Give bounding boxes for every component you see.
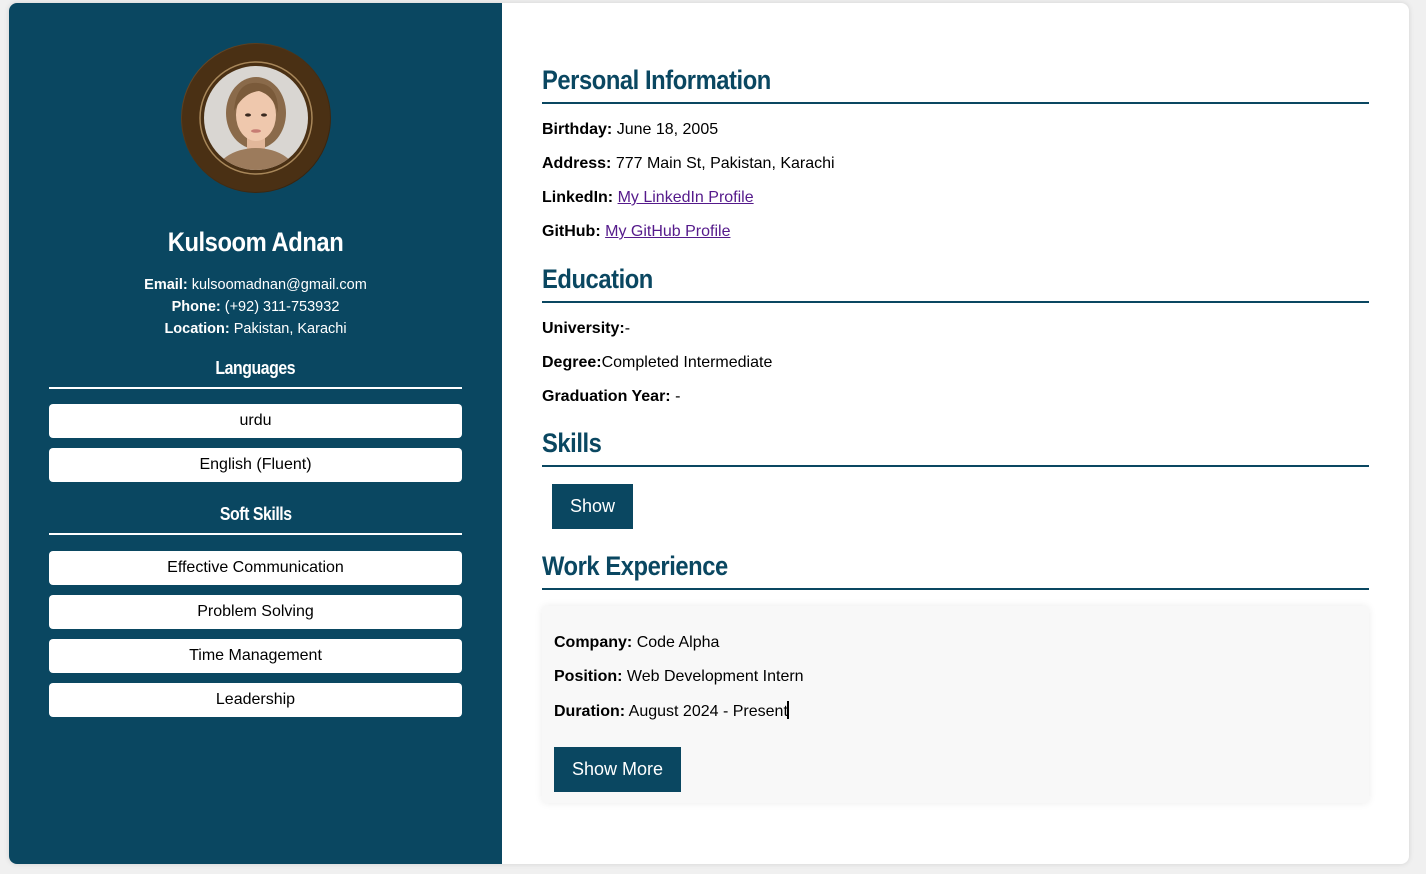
language-item: English (Fluent): [49, 448, 462, 482]
profile-name: Kulsoom Adnan: [167, 227, 344, 257]
languages-heading: Languages: [49, 358, 462, 389]
education-heading: Education: [542, 264, 1369, 303]
github-label: GitHub:: [542, 223, 601, 240]
duration-row: Duration: August 2024 - Present: [554, 701, 789, 722]
languages-heading-text: Languages: [215, 358, 296, 378]
company-row: Company: Code Alpha: [554, 633, 719, 653]
contact-email: Email: kulsoomadnan@gmail.com: [9, 274, 502, 296]
skills-heading: Skills: [542, 428, 1369, 467]
skills-show-button[interactable]: Show: [552, 484, 633, 529]
location-value: Pakistan, Karachi: [233, 321, 347, 337]
graduation-row: Graduation Year: -: [542, 387, 680, 407]
degree-value: Completed Intermediate: [601, 354, 773, 371]
personal-info-heading: Personal Information: [542, 65, 1369, 104]
linkedin-label: LinkedIn:: [542, 189, 614, 206]
text-cursor: [786, 701, 789, 719]
graduation-label: Graduation Year:: [542, 388, 671, 405]
soft-skills-heading-text: Soft Skills: [219, 504, 292, 524]
birthday-row: Birthday: June 18, 2005: [542, 120, 718, 140]
show-more-button[interactable]: Show More: [554, 747, 681, 792]
soft-skill-item: Leadership: [49, 683, 462, 717]
profile-photo-image: [182, 44, 330, 192]
duration-value: August 2024 - Present: [628, 703, 788, 720]
university-value: -: [624, 320, 631, 337]
linkedin-link[interactable]: My LinkedIn Profile: [618, 189, 754, 206]
main-content: Personal Information Birthday: June 18, …: [502, 3, 1409, 864]
contact-location: Location: Pakistan, Karachi: [9, 318, 502, 340]
resume-card: Kulsoom Adnan Email: kulsoomadnan@gmail.…: [9, 3, 1409, 864]
work-experience-heading: Work Experience: [542, 551, 1369, 590]
degree-label: Degree:: [542, 354, 602, 371]
birthday-label: Birthday:: [542, 121, 613, 138]
soft-skills-heading: Soft Skills: [49, 504, 462, 535]
university-row: University:-: [542, 319, 630, 339]
position-label: Position:: [554, 668, 623, 685]
degree-row: Degree:Completed Intermediate: [542, 353, 772, 373]
skills-heading-text: Skills: [542, 428, 602, 458]
phone-label: Phone:: [171, 299, 221, 315]
language-item: urdu: [49, 404, 462, 438]
sidebar: Kulsoom Adnan Email: kulsoomadnan@gmail.…: [9, 3, 502, 864]
soft-skill-item: Problem Solving: [49, 595, 462, 629]
profile-photo: [181, 43, 331, 193]
position-value: Web Development Intern: [626, 668, 804, 685]
education-heading-text: Education: [542, 264, 653, 294]
duration-label: Duration:: [554, 703, 626, 720]
address-value: 777 Main St, Pakistan, Karachi: [615, 155, 835, 172]
contact-phone: Phone: (+92) 311-753932: [9, 296, 502, 318]
position-row: Position: Web Development Intern: [554, 667, 804, 687]
work-experience-card: Company: Code Alpha Position: Web Develo…: [542, 606, 1369, 803]
github-link[interactable]: My GitHub Profile: [605, 223, 730, 240]
location-label: Location:: [164, 321, 230, 337]
university-label: University:: [542, 320, 625, 337]
company-value: Code Alpha: [636, 634, 720, 651]
linkedin-row: LinkedIn: My LinkedIn Profile: [542, 188, 754, 208]
soft-skill-item: Effective Communication: [49, 551, 462, 585]
github-row: GitHub: My GitHub Profile: [542, 222, 730, 242]
email-value: kulsoomadnan@gmail.com: [191, 277, 367, 293]
phone-value: (+92) 311-753932: [224, 299, 340, 315]
graduation-value: -: [675, 388, 681, 405]
birthday-value: June 18, 2005: [616, 121, 719, 138]
work-experience-heading-text: Work Experience: [542, 551, 728, 581]
company-label: Company:: [554, 634, 633, 651]
email-label: Email:: [144, 277, 188, 293]
address-label: Address:: [542, 155, 612, 172]
personal-info-heading-text: Personal Information: [542, 65, 771, 95]
address-row: Address: 777 Main St, Pakistan, Karachi: [542, 154, 835, 174]
soft-skill-item: Time Management: [49, 639, 462, 673]
